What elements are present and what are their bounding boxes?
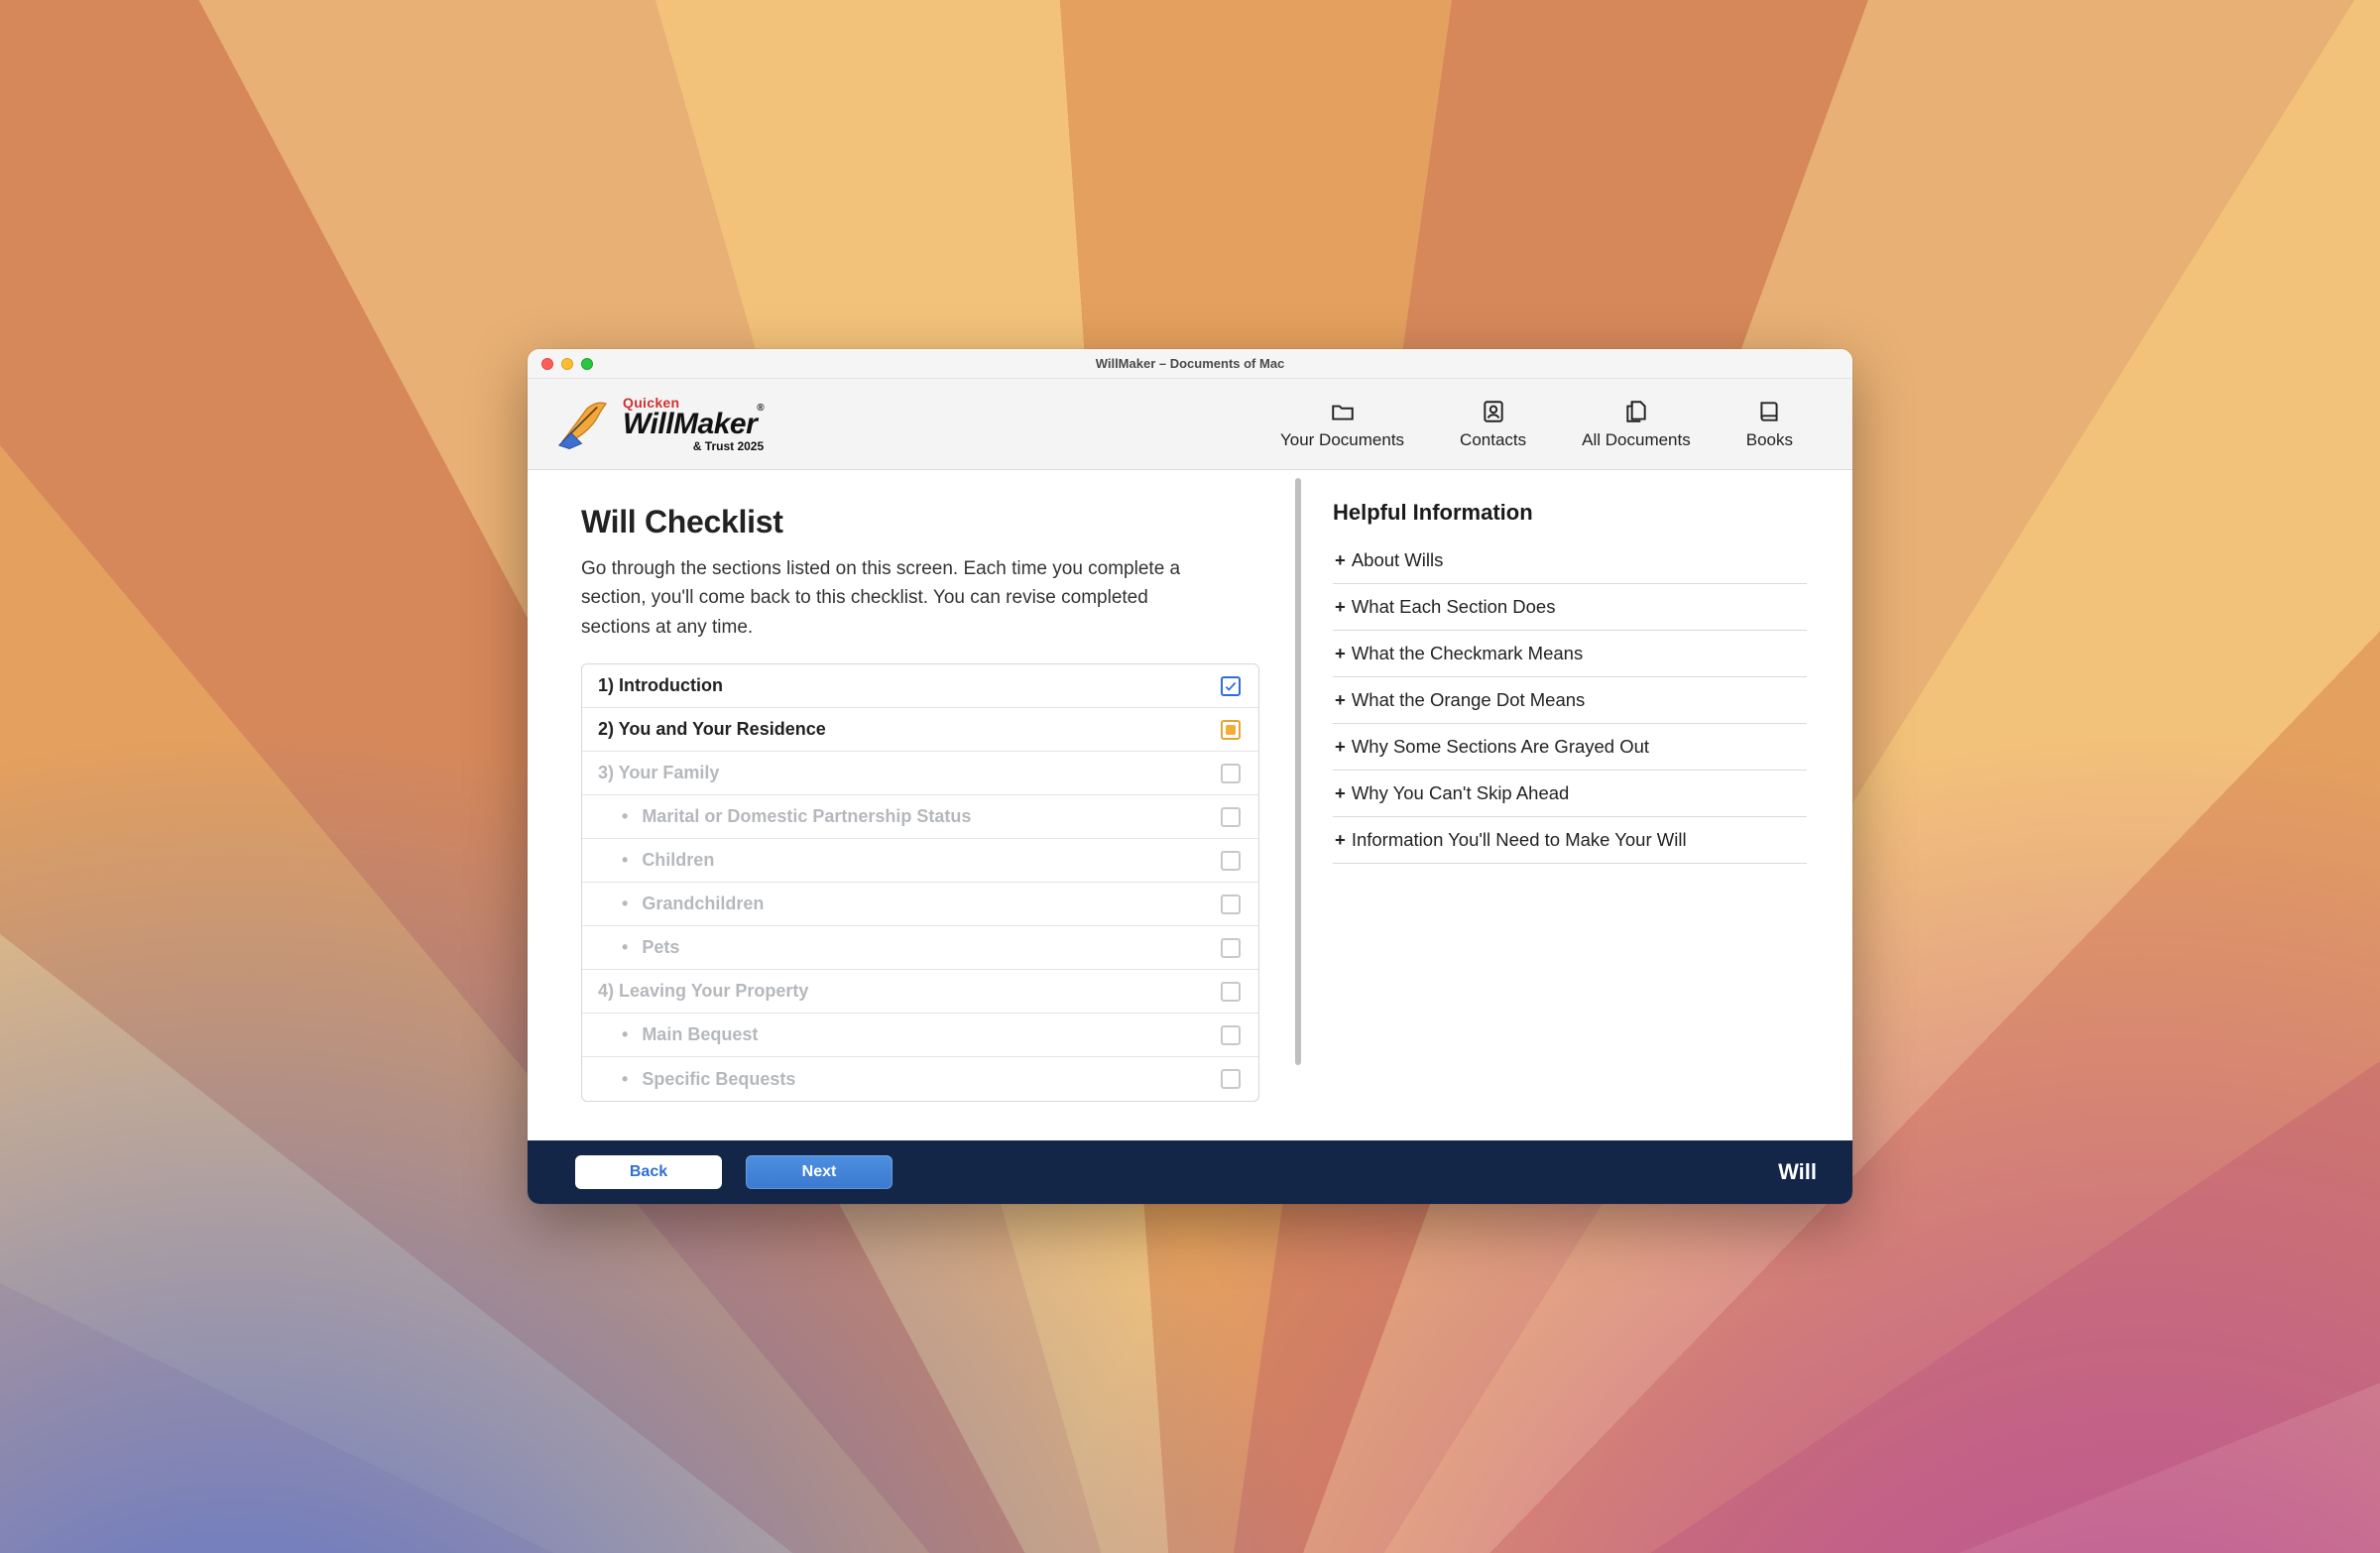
help-list: + About Wills + What Each Section Does + What…: [1333, 538, 1807, 864]
help-topic[interactable]: + Information You'll Need to Make Your Wi…: [1333, 817, 1807, 864]
checklist-row-label: Marital or Domestic Partnership Status: [642, 806, 1221, 827]
window-controls: [528, 358, 593, 370]
checklist-status-icon: [1221, 720, 1241, 740]
checklist-row-label: 4) Leaving Your Property: [598, 981, 1221, 1002]
nav-contacts[interactable]: Contacts: [1460, 399, 1526, 450]
body: Will Checklist Go through the sections l…: [528, 470, 1852, 1204]
checklist-row-label: 1) Introduction: [598, 675, 1221, 696]
minimize-window-button[interactable]: [561, 358, 573, 370]
brand-line2: WillMaker®: [623, 410, 764, 439]
help-topic-label: What the Orange Dot Means: [1352, 689, 1585, 710]
nav-your-documents[interactable]: Your Documents: [1280, 399, 1404, 450]
checklist-row-label: Pets: [642, 937, 1221, 958]
nav-books[interactable]: Books: [1746, 399, 1793, 450]
expand-icon: +: [1335, 549, 1346, 570]
checklist-row: Main Bequest: [582, 1014, 1258, 1057]
expand-icon: +: [1335, 782, 1346, 803]
nav-label: All Documents: [1582, 430, 1691, 450]
zoom-window-button[interactable]: [581, 358, 593, 370]
checklist-status-icon: [1221, 1069, 1241, 1089]
help-topic[interactable]: + About Wills: [1333, 538, 1807, 584]
help-topic-label: Why Some Sections Are Grayed Out: [1352, 736, 1649, 757]
nav-label: Your Documents: [1280, 430, 1404, 450]
help-topic-label: What Each Section Does: [1352, 596, 1556, 617]
will-checklist: 1) Introduction 2) You and Your Residence…: [581, 663, 1259, 1102]
help-topic[interactable]: + What Each Section Does: [1333, 584, 1807, 631]
header: Quicken WillMaker® & Trust 2025 Your Doc…: [528, 379, 1852, 470]
checklist-row: Grandchildren: [582, 883, 1258, 926]
checklist-row: Children: [582, 839, 1258, 883]
help-topic-label: Information You'll Need to Make Your Wil…: [1352, 829, 1687, 850]
current-document-label: Will: [1778, 1159, 1817, 1185]
checklist-status-icon: [1221, 764, 1241, 783]
checklist-row-label: Main Bequest: [642, 1024, 1221, 1045]
folder-icon: [1330, 399, 1356, 424]
feather-icon: [557, 397, 613, 452]
page-title: Will Checklist: [581, 504, 1259, 540]
book-icon: [1756, 399, 1782, 424]
expand-icon: +: [1335, 689, 1346, 710]
checklist-row[interactable]: 1) Introduction: [582, 664, 1258, 708]
checklist-row: Pets: [582, 926, 1258, 970]
checklist-row-label: Children: [642, 850, 1221, 871]
help-topic-label: Why You Can't Skip Ahead: [1352, 782, 1570, 803]
nav-label: Contacts: [1460, 430, 1526, 450]
back-button[interactable]: Back: [575, 1155, 722, 1189]
help-panel: Helpful Information + About Wills + What Ea…: [1301, 470, 1852, 1204]
expand-icon: +: [1335, 643, 1346, 663]
nav-label: Books: [1746, 430, 1793, 450]
titlebar: WillMaker – Documents of Mac: [528, 349, 1852, 379]
checklist-status-icon: [1221, 938, 1241, 958]
documents-icon: [1623, 399, 1649, 424]
checklist-row-label: 2) You and Your Residence: [598, 719, 1221, 740]
main-panel: Will Checklist Go through the sections l…: [528, 470, 1295, 1204]
page-intro: Go through the sections listed on this s…: [581, 554, 1216, 642]
help-topic[interactable]: + What the Orange Dot Means: [1333, 677, 1807, 724]
checklist-status-icon: [1221, 1025, 1241, 1045]
footer: Back Next Will: [528, 1140, 1852, 1204]
expand-icon: +: [1335, 596, 1346, 617]
expand-icon: +: [1335, 829, 1346, 850]
brand-text: Quicken WillMaker® & Trust 2025: [623, 396, 764, 452]
checklist-row: Marital or Domestic Partnership Status: [582, 795, 1258, 839]
checklist-status-icon: [1221, 851, 1241, 871]
window-title: WillMaker – Documents of Mac: [528, 356, 1852, 371]
checklist-status-icon: [1221, 982, 1241, 1002]
checklist-row: Specific Bequests: [582, 1057, 1258, 1101]
help-topic[interactable]: + Why You Can't Skip Ahead: [1333, 771, 1807, 817]
brand-line3: & Trust 2025: [693, 440, 764, 452]
help-topic-label: About Wills: [1352, 549, 1444, 570]
close-window-button[interactable]: [541, 358, 553, 370]
nav-all-documents[interactable]: All Documents: [1582, 399, 1691, 450]
checklist-row[interactable]: 2) You and Your Residence: [582, 708, 1258, 752]
help-heading: Helpful Information: [1333, 500, 1807, 526]
next-button[interactable]: Next: [746, 1155, 892, 1189]
checklist-status-icon: [1221, 807, 1241, 827]
checklist-row-label: Grandchildren: [642, 894, 1221, 914]
checklist-row-label: Specific Bequests: [642, 1069, 1221, 1090]
checklist-status-icon: [1221, 676, 1241, 696]
contacts-icon: [1481, 399, 1506, 424]
brand-logo: Quicken WillMaker® & Trust 2025: [557, 396, 764, 452]
checklist-row-label: 3) Your Family: [598, 763, 1221, 783]
expand-icon: +: [1335, 736, 1346, 757]
help-topic[interactable]: + Why Some Sections Are Grayed Out: [1333, 724, 1807, 771]
checklist-status-icon: [1221, 895, 1241, 914]
help-topic-label: What the Checkmark Means: [1352, 643, 1583, 663]
help-topic[interactable]: + What the Checkmark Means: [1333, 631, 1807, 677]
nav: Your Documents Contacts All Documents: [1280, 399, 1793, 450]
checklist-row: 4) Leaving Your Property: [582, 970, 1258, 1014]
app-window: WillMaker – Documents of Mac Quicken Wil…: [528, 349, 1852, 1204]
checklist-row: 3) Your Family: [582, 752, 1258, 795]
